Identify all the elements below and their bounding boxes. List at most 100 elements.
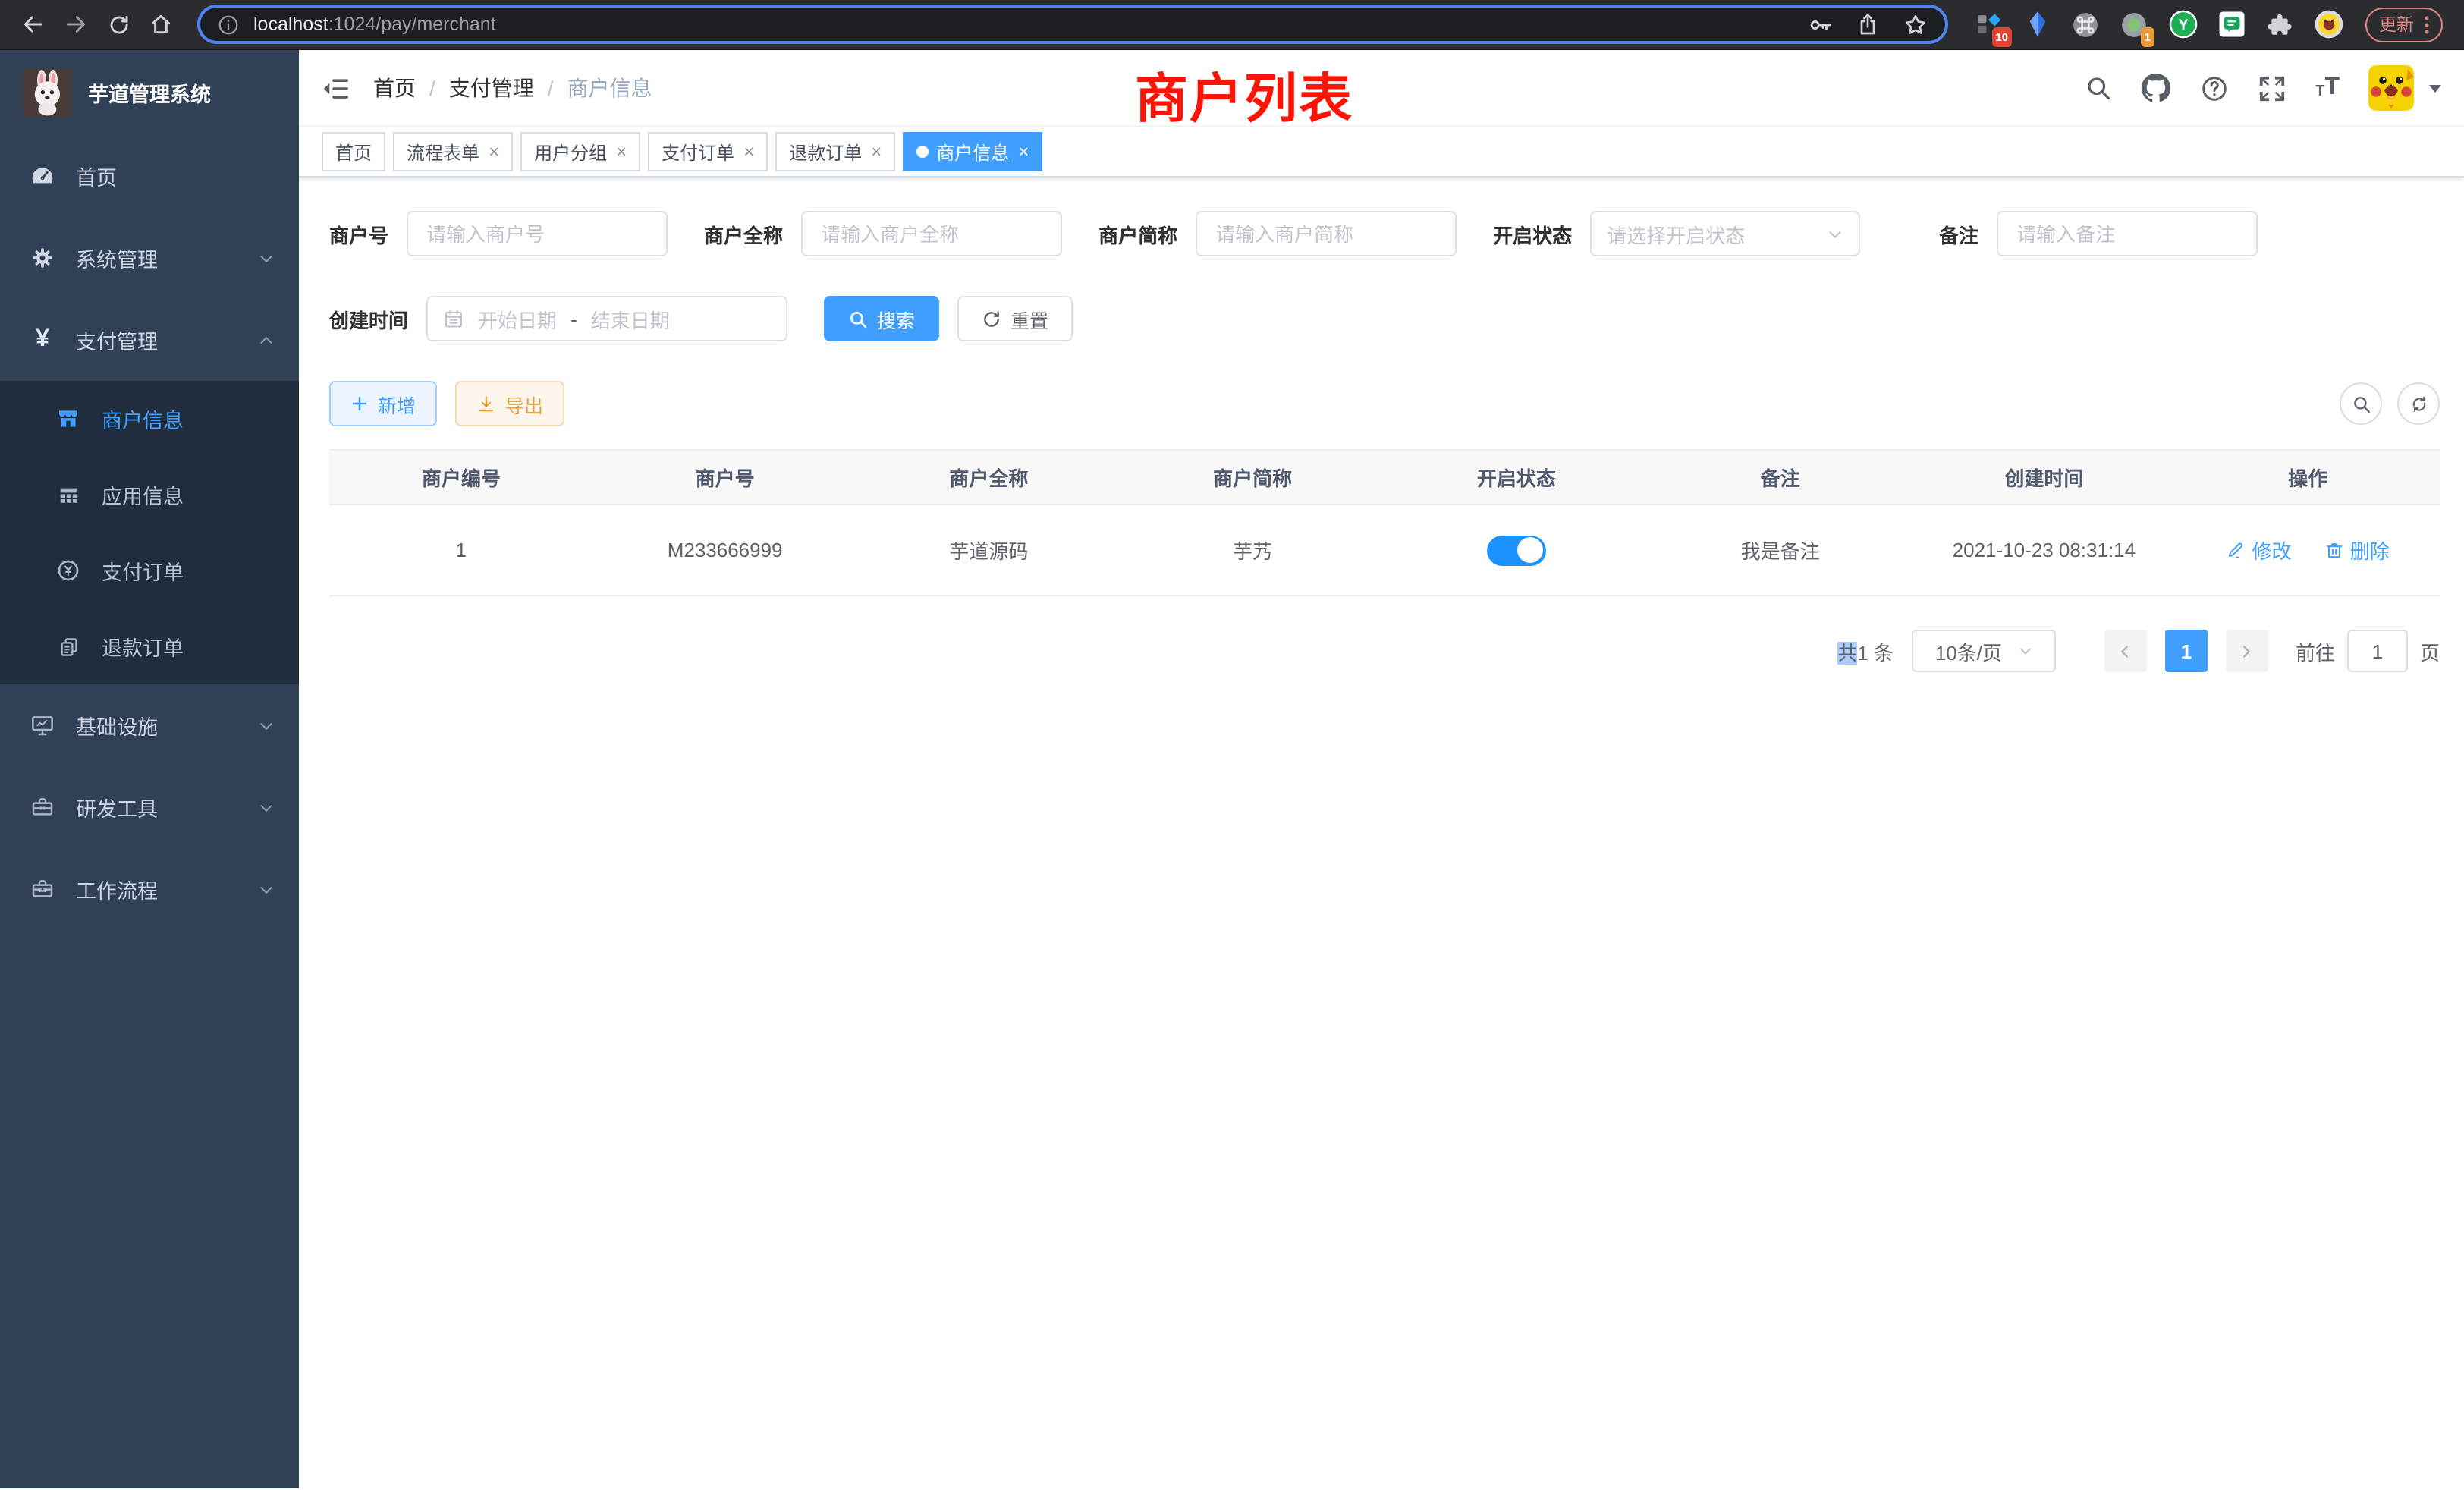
browser-menu-dots-icon[interactable] (2425, 14, 2429, 34)
chevron-down-icon (258, 717, 275, 734)
svg-text:Y: Y (2177, 17, 2188, 33)
browser-profile-avatar[interactable] (2312, 8, 2344, 40)
extension-kite-icon[interactable] (2021, 8, 2053, 40)
browser-update-button[interactable]: 更新 (2365, 7, 2443, 42)
app-logo-rabbit (23, 68, 71, 117)
extension-command-icon[interactable] (2070, 8, 2101, 40)
gear-icon (30, 246, 55, 270)
sidebar-item-pay[interactable]: ¥ 支付管理 (0, 299, 299, 381)
filter-full-name: 商户全称 (704, 211, 1062, 256)
tab-user-group[interactable]: 用户分组× (520, 132, 640, 171)
tab-close-icon[interactable]: × (616, 143, 627, 161)
fullscreen-icon[interactable] (2258, 74, 2286, 102)
sidebar-fold-icon[interactable] (322, 74, 350, 102)
cell-create-time: 2021-10-23 08:31:14 (1912, 505, 2176, 596)
page-size-select[interactable]: 10条/页 (1912, 630, 2056, 672)
table-header-row: 商户编号 商户号 商户全称 商户简称 开启状态 备注 创建时间 操作 (329, 450, 2440, 505)
goto-page-input[interactable] (2347, 630, 2408, 672)
breadcrumb-current: 商户信息 (567, 73, 652, 103)
github-icon[interactable] (2141, 73, 2171, 103)
current-page-button[interactable]: 1 (2165, 630, 2208, 672)
sidebar-item-app-info[interactable]: 应用信息 (0, 457, 299, 533)
tab-close-icon[interactable]: × (1018, 143, 1029, 161)
cell-merchant-no: M233666999 (593, 505, 857, 596)
search-button[interactable]: 搜索 (824, 296, 939, 341)
reset-button[interactable]: 重置 (957, 296, 1073, 341)
date-range-picker[interactable]: 开始日期 - 结束日期 (426, 296, 787, 341)
sidebar-item-home[interactable]: 首页 (0, 135, 299, 217)
avatar-caret-icon[interactable] (2429, 84, 2441, 92)
sidebar-item-workflow[interactable]: 工作流程 (0, 848, 299, 930)
site-info-icon[interactable] (217, 13, 240, 36)
user-avatar[interactable] (2368, 65, 2414, 111)
extension-recorder-icon[interactable]: 1 (2118, 8, 2150, 40)
col-remark: 备注 (1648, 450, 1912, 505)
browser-forward-button[interactable] (58, 6, 94, 42)
back-arrow-icon (21, 12, 46, 36)
sidebar: 芋道管理系统 首页 系统管理 ¥ 支付管理 (0, 50, 299, 1488)
full-name-input[interactable] (801, 211, 1062, 256)
edit-link[interactable]: 修改 (2226, 536, 2291, 564)
tab-merchant-info[interactable]: 商户信息× (903, 132, 1042, 171)
calendar-icon (443, 308, 464, 329)
delete-link[interactable]: 删除 (2324, 536, 2390, 564)
tab-refund-order[interactable]: 退款订单× (775, 132, 895, 171)
col-create-time: 创建时间 (1912, 450, 2176, 505)
tab-process-form[interactable]: 流程表单× (393, 132, 513, 171)
browser-back-button[interactable] (15, 6, 52, 42)
browser-toolbar: localhost:1024/pay/merchant 10 1 (0, 0, 2464, 50)
sidebar-item-merchant-info[interactable]: 商户信息 (0, 381, 299, 457)
main-area: 商户列表 首页 / 支付管理 / 商户信息 (299, 50, 2464, 1488)
next-page-button[interactable] (2226, 630, 2268, 672)
status-select[interactable]: 请选择开启状态 (1590, 211, 1860, 256)
breadcrumb-home[interactable]: 首页 (373, 73, 416, 103)
sidebar-item-infra[interactable]: 基础设施 (0, 684, 299, 766)
header-search-icon[interactable] (2085, 74, 2112, 102)
prev-page-button[interactable] (2104, 630, 2147, 672)
browser-reload-button[interactable] (100, 6, 137, 42)
tab-close-icon[interactable]: × (743, 143, 754, 161)
filter-row-1: 商户号 商户全称 商户简称 开启状态 请选择开启状态 (329, 211, 2440, 256)
sidebar-item-refund-order[interactable]: 退款订单 (0, 608, 299, 684)
status-toggle[interactable] (1487, 535, 1546, 565)
extensions-puzzle-icon[interactable] (2264, 8, 2296, 40)
extension-chat-icon[interactable] (2215, 8, 2247, 40)
sidebar-item-pay-order[interactable]: 支付订单 (0, 533, 299, 608)
bookmark-star-icon[interactable] (1903, 11, 1928, 37)
extension-columns-icon[interactable]: 10 (1972, 8, 2004, 40)
short-name-input[interactable] (1196, 211, 1457, 256)
top-navbar: 首页 / 支付管理 / 商户信息 (299, 50, 2464, 126)
tab-pay-order[interactable]: 支付订单× (648, 132, 768, 171)
app-shell: 芋道管理系统 首页 系统管理 ¥ 支付管理 (0, 50, 2464, 1488)
url-text: localhost:1024/pay/merchant (253, 14, 496, 35)
filter-remark: 备注 (1939, 211, 2258, 256)
share-icon[interactable] (1856, 12, 1880, 36)
help-icon[interactable] (2200, 74, 2229, 102)
col-merchant-id: 商户编号 (329, 450, 593, 505)
merchant-no-input[interactable] (407, 211, 668, 256)
sidebar-item-dev-tools[interactable]: 研发工具 (0, 766, 299, 848)
tab-home[interactable]: 首页 (322, 132, 385, 171)
export-button[interactable]: 导出 (455, 381, 564, 426)
breadcrumb: 首页 / 支付管理 / 商户信息 (373, 73, 652, 103)
font-size-icon[interactable]: TT (2315, 76, 2340, 100)
home-icon (149, 12, 173, 36)
tab-close-icon[interactable]: × (871, 143, 882, 161)
toggle-search-button[interactable] (2340, 382, 2382, 425)
sidebar-logo[interactable]: 芋道管理系统 (0, 50, 299, 135)
address-bar[interactable]: localhost:1024/pay/merchant (197, 5, 1948, 44)
browser-extensions-area: 10 1 Y 更新 (1966, 7, 2449, 42)
remark-input[interactable] (1997, 211, 2258, 256)
chevron-left-icon (2117, 643, 2134, 659)
sidebar-item-system[interactable]: 系统管理 (0, 217, 299, 299)
add-button[interactable]: 新增 (329, 381, 437, 426)
filter-row-2: 创建时间 开始日期 - 结束日期 搜索 重置 (329, 296, 2440, 341)
extension-y-icon[interactable]: Y (2167, 8, 2198, 40)
app-title: 芋道管理系统 (88, 77, 211, 108)
tab-close-icon[interactable]: × (489, 143, 499, 161)
password-key-icon[interactable] (1807, 11, 1833, 37)
browser-home-button[interactable] (143, 6, 179, 42)
breadcrumb-pay[interactable]: 支付管理 (449, 73, 534, 103)
navbar-tools: TT (2085, 65, 2441, 111)
refresh-table-button[interactable] (2397, 382, 2440, 425)
